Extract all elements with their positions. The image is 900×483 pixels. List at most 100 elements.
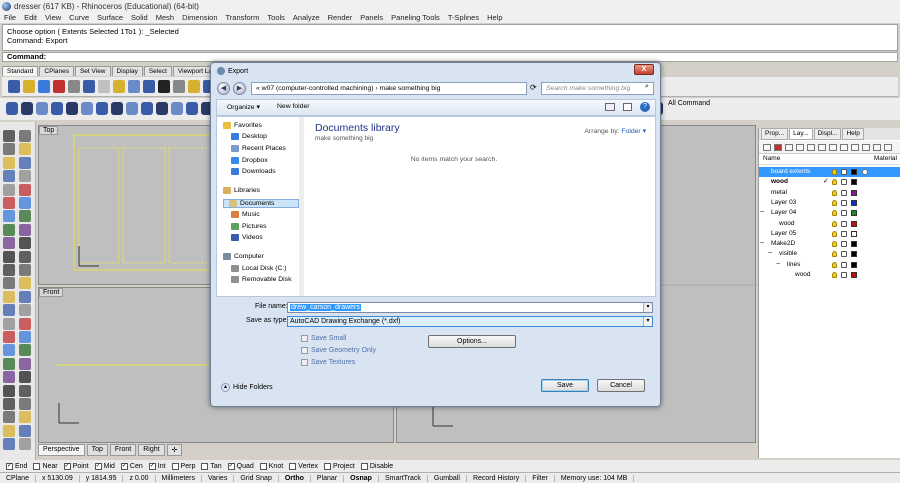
layer-row[interactable]: Layer 03 bbox=[759, 198, 900, 208]
layer-color-swatch[interactable] bbox=[851, 189, 857, 196]
osnap-option[interactable]: Knot bbox=[259, 462, 283, 470]
options-button[interactable]: Options... bbox=[428, 335, 516, 348]
command-prompt[interactable]: Command: bbox=[2, 52, 898, 62]
toolbar-tool-icon[interactable] bbox=[96, 102, 108, 115]
layer-tool-icon[interactable] bbox=[873, 144, 881, 151]
toolbar-tool-icon[interactable] bbox=[143, 80, 155, 93]
forward-button[interactable]: ▶ bbox=[233, 82, 246, 95]
menu-item[interactable]: Transform bbox=[226, 13, 260, 22]
palette-tool-icon[interactable] bbox=[19, 250, 31, 263]
collapse-icon[interactable]: − bbox=[768, 249, 772, 259]
layer-row[interactable]: − lines bbox=[759, 260, 900, 270]
palette-tool-icon[interactable] bbox=[3, 384, 15, 397]
toolbar-tool-icon[interactable] bbox=[23, 80, 35, 93]
lock-icon[interactable] bbox=[841, 230, 847, 237]
osnap-option[interactable]: ✓ Quad bbox=[227, 462, 254, 470]
palette-tool-icon[interactable] bbox=[3, 237, 15, 250]
option-checkbox[interactable] bbox=[301, 335, 308, 342]
osnap-checkbox[interactable]: ✓ bbox=[120, 462, 128, 470]
osnap-checkbox[interactable]: ✓ bbox=[6, 462, 13, 470]
nav-item[interactable]: Computer bbox=[223, 253, 264, 260]
osnap-checkbox[interactable] bbox=[289, 462, 297, 470]
layer-tool-icon[interactable] bbox=[807, 144, 815, 151]
menu-item[interactable]: Paneling Tools bbox=[391, 13, 440, 22]
refresh-icon[interactable]: ⟳ bbox=[530, 83, 537, 92]
palette-tool-icon[interactable] bbox=[3, 371, 15, 384]
status-layer[interactable]: Varies bbox=[202, 474, 235, 482]
visibility-bulb-icon[interactable] bbox=[832, 272, 837, 278]
osnap-checkbox[interactable]: ✓ bbox=[148, 462, 156, 470]
nav-item[interactable]: Dropbox bbox=[231, 157, 268, 164]
nav-item[interactable]: Downloads bbox=[231, 168, 276, 175]
palette-tool-icon[interactable] bbox=[3, 344, 15, 357]
palette-tool-icon[interactable] bbox=[3, 411, 15, 424]
lock-icon[interactable] bbox=[841, 169, 847, 175]
palette-tool-icon[interactable] bbox=[19, 290, 31, 303]
visibility-bulb-icon[interactable] bbox=[832, 251, 837, 258]
osnap-option[interactable]: Tan bbox=[201, 462, 222, 470]
option-checkbox[interactable] bbox=[301, 359, 308, 366]
nav-item[interactable]: Local Disk (C:) bbox=[231, 265, 287, 272]
navigation-scrollbar[interactable] bbox=[299, 117, 304, 296]
layer-tool-icon[interactable] bbox=[774, 144, 782, 151]
toolbar-tool-icon[interactable] bbox=[113, 80, 125, 93]
menu-item[interactable]: File bbox=[4, 13, 16, 22]
menu-item[interactable]: Help bbox=[487, 13, 502, 22]
toolbar-tool-icon[interactable] bbox=[188, 80, 200, 93]
visibility-bulb-icon[interactable] bbox=[832, 241, 837, 248]
panel-tab[interactable]: Help bbox=[842, 128, 864, 140]
osnap-option[interactable]: Perp bbox=[171, 462, 195, 470]
toolbar-tool-icon[interactable] bbox=[66, 102, 78, 115]
arrange-by-dropdown[interactable]: Folder ▾ bbox=[621, 128, 646, 135]
lock-icon[interactable] bbox=[841, 199, 847, 206]
osnap-option[interactable]: Near bbox=[33, 462, 58, 470]
toolbar-tab[interactable]: Select bbox=[143, 66, 172, 76]
toolbar-tab[interactable]: CPlanes bbox=[39, 66, 74, 76]
material-icon[interactable] bbox=[862, 169, 868, 175]
toolbar-tool-icon[interactable] bbox=[83, 80, 95, 93]
toolbar-tool-icon[interactable] bbox=[8, 80, 20, 93]
export-option[interactable]: Save Textures bbox=[301, 359, 355, 366]
palette-tool-icon[interactable] bbox=[3, 290, 15, 303]
toolbar-tool-icon[interactable] bbox=[156, 102, 168, 115]
toolbar-tab[interactable]: Standard bbox=[2, 66, 39, 76]
palette-tool-icon[interactable] bbox=[3, 398, 15, 410]
palette-tool-icon[interactable] bbox=[19, 384, 31, 397]
layer-color-swatch[interactable] bbox=[851, 241, 857, 248]
layer-color-swatch[interactable] bbox=[851, 199, 857, 206]
palette-tool-icon[interactable] bbox=[3, 156, 15, 169]
layer-tool-icon[interactable] bbox=[840, 144, 848, 151]
palette-tool-icon[interactable] bbox=[19, 317, 31, 330]
palette-tool-icon[interactable] bbox=[3, 317, 15, 330]
layer-color-swatch[interactable] bbox=[851, 251, 857, 258]
toolbar-tool-icon[interactable] bbox=[158, 80, 170, 93]
palette-tool-icon[interactable] bbox=[3, 210, 15, 223]
layer-row[interactable]: board extents bbox=[759, 167, 900, 177]
palette-tool-icon[interactable] bbox=[19, 304, 31, 317]
collapse-icon[interactable]: − bbox=[760, 208, 764, 218]
visibility-bulb-icon[interactable] bbox=[832, 199, 837, 206]
layer-color-swatch[interactable] bbox=[851, 261, 857, 268]
menu-item[interactable]: Surface bbox=[97, 13, 123, 22]
palette-tool-icon[interactable] bbox=[3, 143, 15, 156]
toolbar-tool-icon[interactable] bbox=[128, 80, 140, 93]
chevron-down-icon[interactable]: ▾ bbox=[643, 303, 652, 312]
palette-tool-icon[interactable] bbox=[19, 344, 31, 357]
toolbar-tool-icon[interactable] bbox=[81, 102, 93, 115]
osnap-checkbox[interactable] bbox=[259, 462, 267, 470]
osnap-checkbox[interactable] bbox=[33, 462, 41, 470]
panel-tab[interactable]: Prop... bbox=[761, 128, 789, 140]
palette-tool-icon[interactable] bbox=[3, 438, 15, 451]
all-commands-label[interactable]: All Command bbox=[668, 100, 710, 107]
menu-item[interactable]: Curve bbox=[69, 13, 89, 22]
palette-tool-icon[interactable] bbox=[3, 197, 15, 209]
nav-item[interactable]: Favorites bbox=[223, 122, 262, 129]
osnap-option[interactable]: Vertex bbox=[289, 462, 318, 470]
add-viewport-icon[interactable]: ✛ bbox=[166, 444, 183, 456]
organize-button[interactable]: Organize ▾ bbox=[227, 103, 260, 111]
palette-tool-icon[interactable] bbox=[19, 398, 31, 410]
palette-tool-icon[interactable] bbox=[19, 143, 31, 156]
lock-icon[interactable] bbox=[841, 251, 847, 258]
palette-tool-icon[interactable] bbox=[19, 357, 31, 370]
hide-folders-toggle[interactable]: ▴ Hide Folders bbox=[221, 383, 273, 392]
